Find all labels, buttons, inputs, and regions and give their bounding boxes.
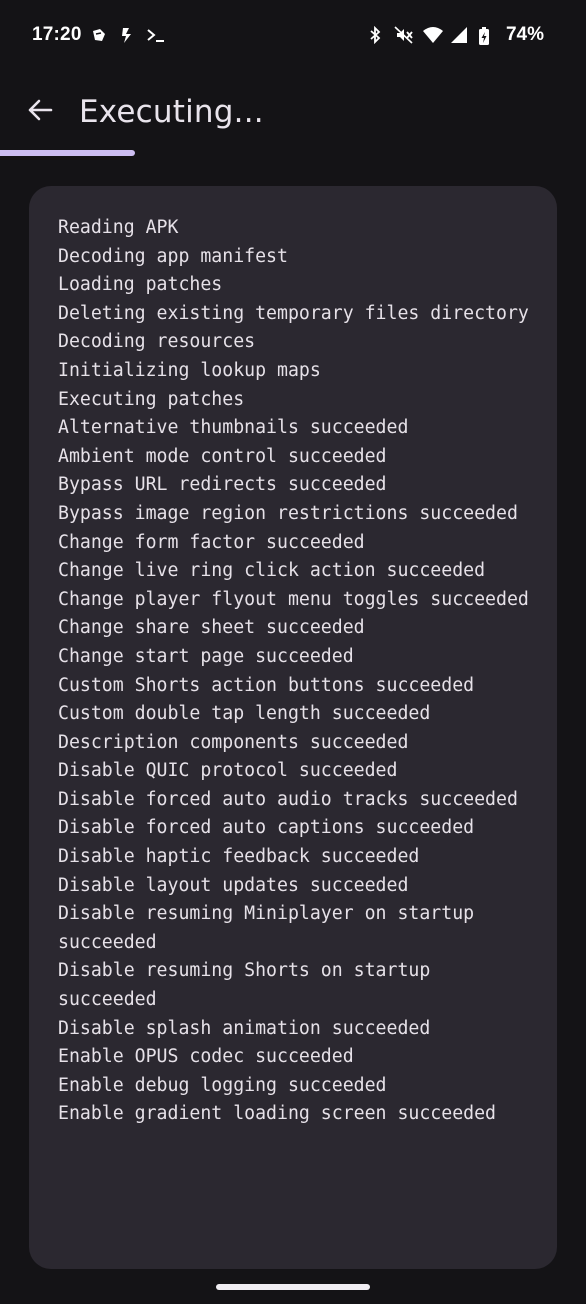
back-button[interactable] (18, 90, 62, 134)
log-list: Reading APK Decoding app manifest Loading … (58, 214, 537, 1129)
battery-percentage: 74% (505, 24, 544, 45)
log-line: Description components succeeded (58, 731, 409, 753)
log-line: Executing patches (58, 388, 245, 410)
app-icon (118, 26, 136, 44)
bluetooth-icon (366, 25, 384, 45)
log-line: Bypass image region restrictions succeed… (58, 502, 518, 524)
log-line: Change live ring click action succeeded (58, 560, 486, 582)
progress-indicator (0, 150, 586, 156)
progress-fill (0, 150, 135, 156)
terminal-icon (146, 26, 164, 44)
log-line: Change form factor succeeded (58, 531, 365, 553)
log-line: Disable layout updates succeeded (58, 874, 409, 896)
log-line: Enable gradient loading screen succeeded (58, 1103, 496, 1125)
log-line: Disable resuming Shorts on startup succe… (58, 960, 442, 1011)
log-line: Change start page succeeded (58, 645, 354, 667)
log-line: Disable QUIC protocol succeeded (58, 760, 398, 782)
gesture-navigation-bar[interactable] (216, 1284, 370, 1290)
status-time: 17:20 (32, 24, 82, 45)
log-line: Decoding resources (58, 331, 256, 353)
battery-charging-icon (478, 26, 496, 45)
log-line: Ambient mode control succeeded (58, 445, 387, 467)
log-line: Enable debug logging succeeded (58, 1074, 387, 1096)
log-line: Disable splash animation succeeded (58, 1017, 431, 1039)
log-line: Disable forced auto audio tracks succeed… (58, 788, 518, 810)
page-title: Executing... (79, 94, 264, 130)
notification-icon (90, 26, 108, 44)
log-line: Initializing lookup maps (58, 359, 321, 381)
log-line: Enable OPUS codec succeeded (58, 1046, 354, 1068)
log-line: Custom Shorts action buttons succeeded (58, 674, 475, 696)
log-line: Bypass URL redirects succeeded (58, 474, 387, 496)
log-line: Alternative thumbnails succeeded (58, 417, 409, 439)
log-card: Reading APK Decoding app manifest Loading … (29, 186, 557, 1269)
status-left-icons (90, 26, 164, 44)
log-line: Disable resuming Miniplayer on startup s… (58, 903, 486, 953)
log-line: Loading patches (58, 274, 223, 296)
status-bar: 17:20 74% (0, 0, 586, 72)
mute-icon (394, 26, 413, 44)
status-right-icons: 74% (366, 24, 544, 46)
log-line: Change player flyout menu toggles succee… (58, 588, 529, 610)
log-line: Decoding app manifest (58, 245, 288, 267)
wifi-icon (422, 26, 443, 44)
app-bar: Executing... (0, 72, 586, 152)
log-line: Deleting existing temporary files direct… (58, 302, 529, 324)
arrow-back-icon (27, 97, 53, 127)
log-line: Custom double tap length succeeded (58, 703, 431, 725)
log-line: Reading APK (58, 217, 179, 238)
log-line: Change share sheet succeeded (58, 617, 365, 639)
log-line: Disable haptic feedback succeeded (58, 846, 420, 868)
log-line: Disable forced auto captions succeeded (58, 817, 475, 839)
signal-icon (450, 26, 468, 44)
